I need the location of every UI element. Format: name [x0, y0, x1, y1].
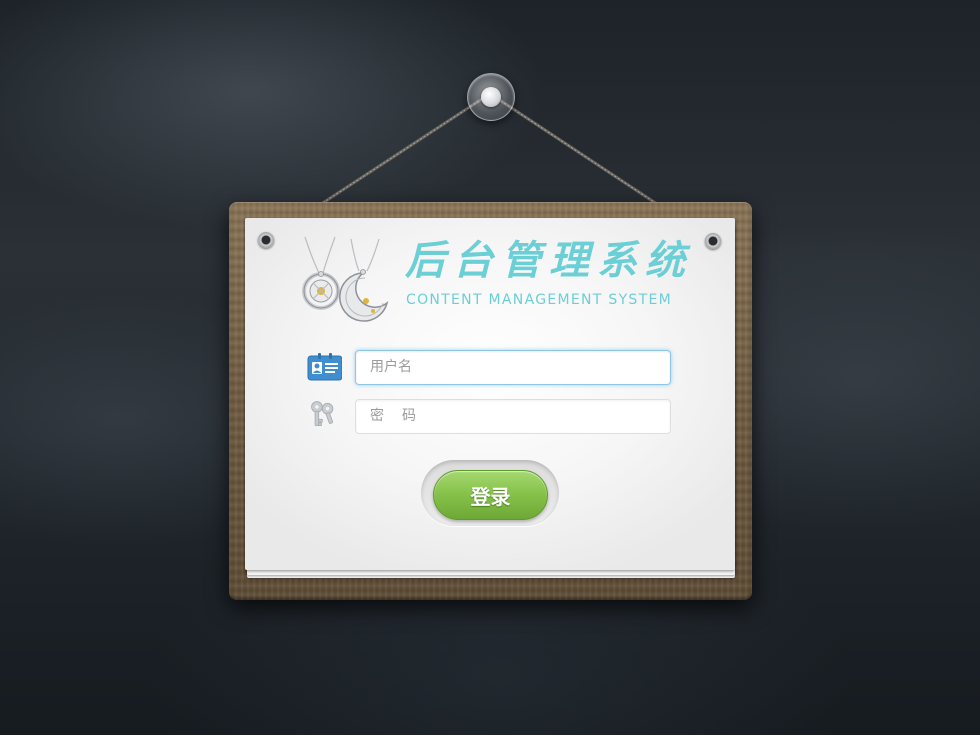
system-title: 后台管理系统 [405, 237, 693, 284]
pin-icon [467, 73, 515, 121]
pin-head [481, 87, 501, 107]
eyelet-left-icon [258, 232, 274, 248]
eyelet-right-icon [705, 233, 721, 249]
username-input[interactable] [355, 350, 671, 385]
password-input[interactable] [355, 399, 671, 434]
keys-icon [311, 401, 334, 426]
user-card-icon [307, 353, 342, 381]
login-button[interactable]: 登录 [433, 470, 548, 520]
pendant-necklaces-icon [302, 236, 389, 322]
system-subtitle: CONTENT MANAGEMENT SYSTEM [406, 292, 672, 308]
